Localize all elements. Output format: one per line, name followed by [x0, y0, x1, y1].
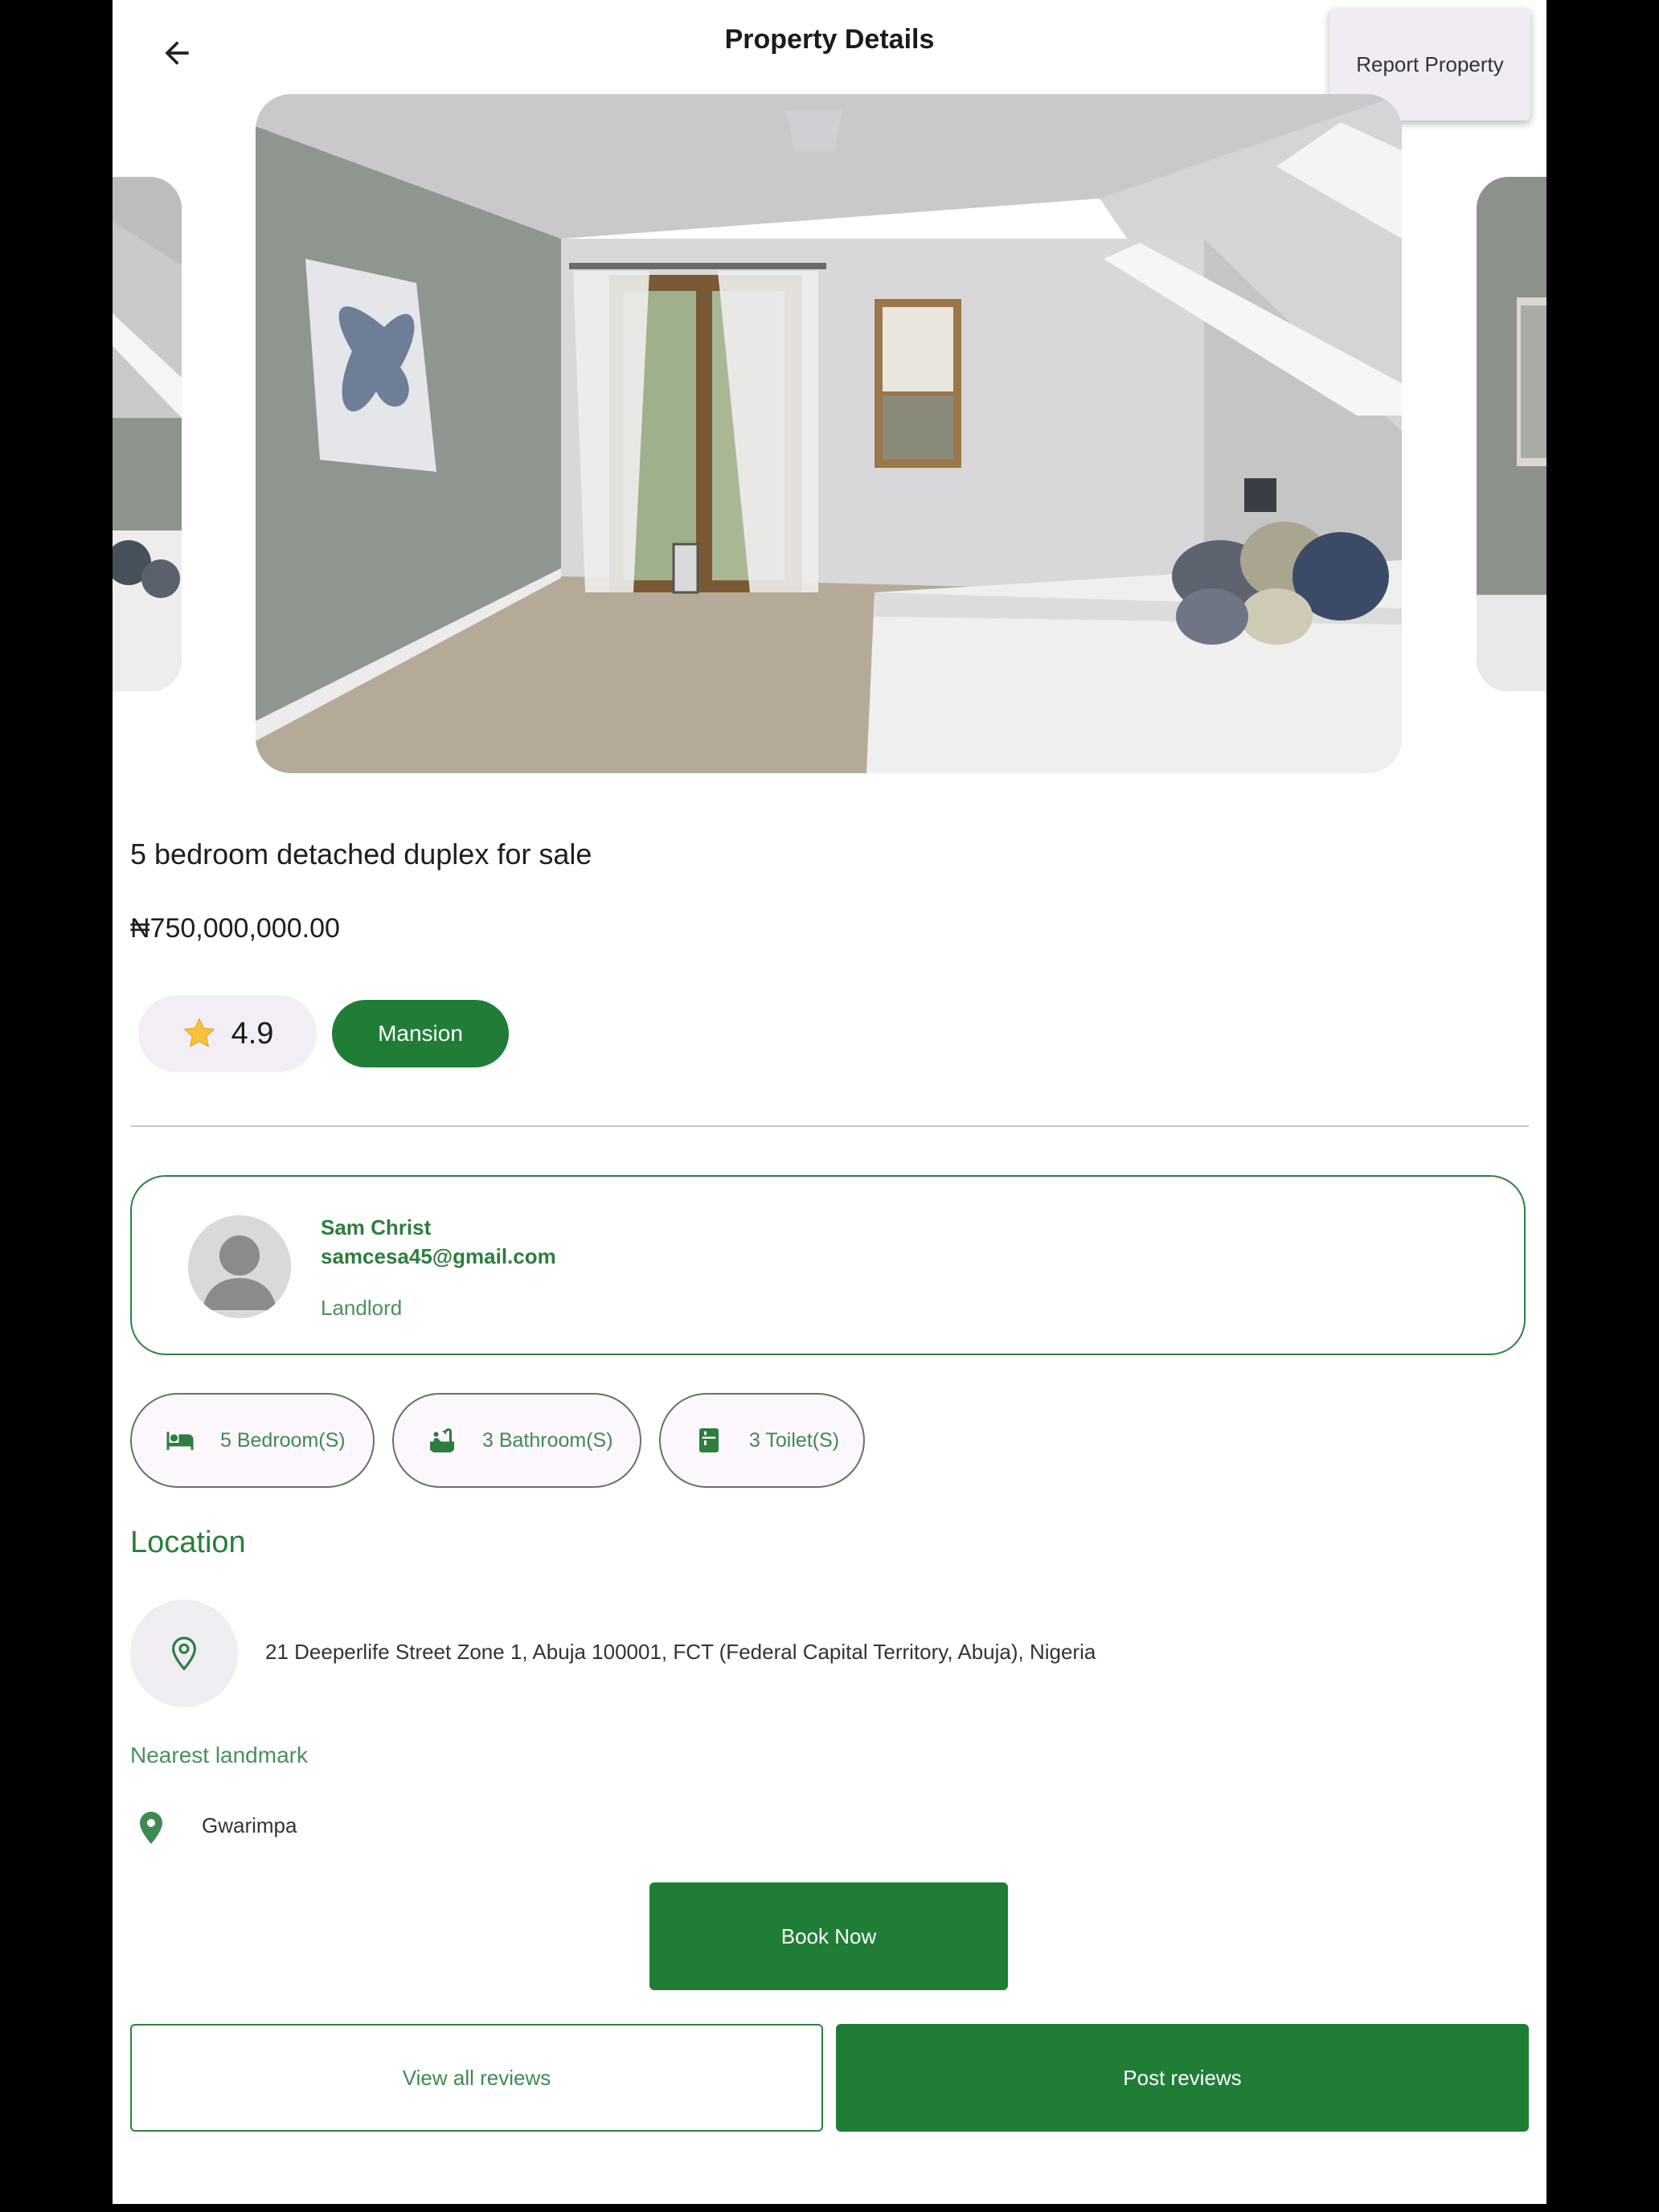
landmark-name: Gwarimpa	[202, 1813, 297, 1837]
location-heading: Location	[130, 1526, 246, 1559]
owner-role: Landlord	[321, 1296, 403, 1320]
owner-email: samcesa45@gmail.com	[321, 1244, 556, 1268]
divider	[130, 1125, 1529, 1127]
avatar	[188, 1215, 291, 1318]
property-address: 21 Deeperlife Street Zone 1, Abuja 10000…	[265, 1640, 1096, 1664]
location-pin-outline-icon	[172, 1636, 196, 1671]
property-main-image[interactable]	[256, 94, 1402, 773]
feature-label: 3 Toilet(S)	[749, 1428, 840, 1452]
post-reviews-button[interactable]: Post reviews	[836, 2024, 1529, 2132]
rating-value: 4.9	[231, 1016, 274, 1051]
owner-name: Sam Christ	[321, 1215, 432, 1239]
feature-bathrooms: 3 Bathroom(S)	[392, 1393, 641, 1488]
view-all-reviews-button[interactable]: View all reviews	[130, 2024, 823, 2132]
toilet-icon	[693, 1424, 725, 1456]
carousel-next-image[interactable]	[1477, 177, 1546, 691]
landmark-heading: Nearest landmark	[130, 1743, 308, 1768]
property-title: 5 bedroom detached duplex for sale	[130, 838, 592, 870]
location-pin-icon	[132, 1809, 170, 1847]
feature-toilets: 3 Toilet(S)	[659, 1393, 865, 1488]
feature-bedrooms: 5 Bedroom(S)	[130, 1393, 375, 1488]
bathtub-icon	[426, 1424, 458, 1456]
location-pin-button[interactable]	[130, 1600, 238, 1707]
rating-chip: 4.9	[138, 995, 317, 1072]
bed-icon	[164, 1424, 196, 1456]
property-price: ₦750,000,000.00	[130, 913, 340, 944]
star-icon	[183, 1018, 215, 1047]
carousel-prev-image[interactable]	[113, 177, 182, 691]
feature-label: 3 Bathroom(S)	[482, 1428, 613, 1452]
property-details-screen: Property Details Report Property 5 bedro…	[113, 0, 1546, 2204]
feature-label: 5 Bedroom(S)	[220, 1428, 346, 1452]
book-now-button[interactable]: Book Now	[649, 1882, 1008, 1990]
owner-card[interactable]: Sam Christ samcesa45@gmail.com Landlord	[130, 1175, 1526, 1355]
property-type-chip[interactable]: Mansion	[332, 1000, 509, 1067]
